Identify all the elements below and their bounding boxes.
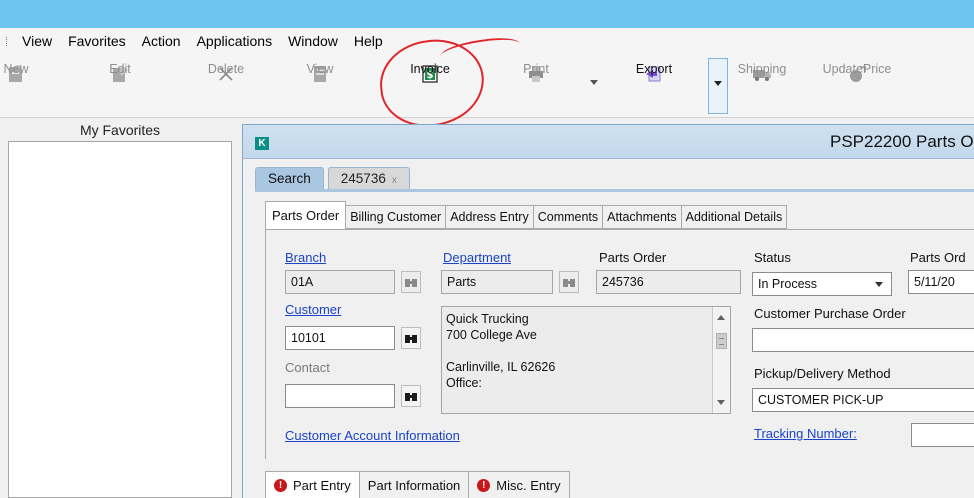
error-icon: !: [477, 478, 491, 492]
view-button[interactable]: View: [300, 58, 340, 114]
new-button[interactable]: New: [0, 58, 36, 114]
branch-link[interactable]: Branch: [285, 250, 326, 265]
scroll-up-arrow-icon[interactable]: [717, 315, 725, 320]
updateprice-button[interactable]: UpdatePrice: [812, 58, 902, 114]
tab-search[interactable]: Search: [255, 167, 324, 189]
contact-lookup-binoculars-icon[interactable]: [401, 385, 421, 407]
tab-parts-order[interactable]: Parts Order: [265, 201, 347, 229]
menu-view[interactable]: View: [14, 28, 60, 54]
status-select-value: In Process: [758, 277, 818, 291]
form-tabs: Parts Order Billing Customer Address Ent…: [265, 201, 788, 229]
print-button[interactable]: Print: [516, 58, 556, 114]
tab-misc-entry[interactable]: ! Misc. Entry: [468, 471, 570, 498]
tab-part-entry[interactable]: ! Part Entry: [265, 471, 360, 498]
branch-lookup-binoculars-icon[interactable]: [401, 271, 421, 293]
tab-part-information-label: Part Information: [367, 477, 461, 493]
tracking-number-field[interactable]: [911, 423, 974, 447]
menu-help[interactable]: Help: [346, 28, 391, 54]
edit-button[interactable]: Edit: [100, 58, 140, 114]
address-line: Office:: [446, 376, 482, 390]
customer-account-info-link[interactable]: Customer Account Information: [285, 428, 460, 443]
address-line: Carlinville, IL 62626: [446, 360, 556, 374]
tab-attachments[interactable]: Attachments: [602, 205, 682, 229]
window-title: PSP22200 Parts O: [830, 132, 974, 151]
tab-part-information[interactable]: Part Information: [358, 471, 470, 498]
tab-strip-rule: [255, 189, 974, 192]
customer-field[interactable]: 10101: [285, 326, 395, 350]
parts-order-label: Parts Order: [599, 250, 667, 265]
parts-order-date-field[interactable]: 5/11/20: [908, 270, 974, 294]
menu-favorites[interactable]: Favorites: [60, 28, 134, 54]
menu-action[interactable]: Action: [134, 28, 189, 54]
tab-misc-entry-label: Misc. Entry: [496, 477, 561, 493]
parts-order-number-field[interactable]: 245736: [596, 270, 741, 294]
error-icon: !: [274, 478, 287, 492]
app-logo-icon: K: [255, 137, 269, 150]
chevron-down-icon: [875, 282, 883, 287]
parts-order-date-label: Parts Ord: [910, 250, 966, 265]
child-titlebar: K PSP22200 Parts O: [243, 125, 974, 159]
tracking-number-link[interactable]: Tracking Number:: [754, 426, 857, 441]
department-lookup-binoculars-icon[interactable]: [559, 271, 579, 293]
scroll-down-arrow-icon[interactable]: [717, 400, 725, 405]
delete-button[interactable]: Delete: [196, 58, 256, 114]
contact-field[interactable]: [285, 384, 395, 408]
tab-order-label: 245736: [340, 171, 386, 186]
tab-address-entry[interactable]: Address Entry: [445, 205, 534, 229]
scroll-thumb[interactable]: [716, 333, 727, 349]
status-label: Status: [754, 250, 791, 265]
tab-additional-details[interactable]: Additional Details: [680, 205, 788, 229]
entry-tabs: ! Part Entry Part Information ! Misc. En…: [265, 471, 570, 498]
export-dropdown-button[interactable]: [708, 58, 728, 114]
menu-applications[interactable]: Applications: [189, 28, 281, 54]
customer-link[interactable]: Customer: [285, 302, 341, 317]
print-dropdown-arrow[interactable]: [590, 80, 598, 85]
menu-grip: [0, 28, 14, 54]
document-tabs: Search 245736 x: [255, 167, 414, 189]
tab-comments[interactable]: Comments: [532, 205, 604, 229]
toolbar: New Edit Delete View $ Invoice Print Exp…: [0, 54, 974, 118]
tab-order-245736[interactable]: 245736 x: [327, 167, 410, 189]
department-link[interactable]: Department: [443, 250, 511, 265]
address-line: 700 College Ave: [446, 328, 537, 342]
shipping-button[interactable]: Shipping: [732, 58, 792, 114]
contact-label: Contact: [285, 360, 330, 375]
favorites-list[interactable]: [8, 141, 232, 498]
customer-lookup-binoculars-icon[interactable]: [401, 327, 421, 349]
parts-order-form: Branch 01A Department Parts Parts Order …: [265, 229, 974, 459]
close-icon[interactable]: x: [392, 175, 397, 186]
export-dropdown-arrow: [714, 81, 722, 86]
app-titlebar: [0, 0, 974, 28]
favorites-header: My Favorites: [79, 122, 161, 138]
tab-part-entry-label: Part Entry: [293, 477, 351, 493]
tab-billing-customer[interactable]: Billing Customer: [345, 205, 447, 229]
menu-bar: View Favorites Action Applications Windo…: [0, 28, 974, 54]
customer-po-label: Customer Purchase Order: [754, 306, 906, 321]
menu-window[interactable]: Window: [280, 28, 346, 54]
customer-po-field[interactable]: [752, 328, 974, 352]
status-select[interactable]: In Process: [752, 272, 892, 296]
parts-order-window: K PSP22200 Parts O Search 245736 x Parts …: [242, 124, 974, 498]
export-button[interactable]: Export: [624, 58, 684, 114]
invoice-button[interactable]: $ Invoice: [400, 58, 460, 114]
favorites-panel: My Favorites: [0, 119, 240, 498]
customer-address-box[interactable]: Quick Trucking 700 College Ave Carlinvil…: [441, 306, 731, 414]
pickup-delivery-label: Pickup/Delivery Method: [754, 366, 891, 381]
address-line: [446, 343, 730, 359]
department-field[interactable]: Parts: [441, 270, 553, 294]
pickup-delivery-field[interactable]: CUSTOMER PICK-UP: [752, 388, 974, 412]
address-line: Quick Trucking: [446, 312, 529, 326]
branch-field[interactable]: 01A: [285, 270, 395, 294]
address-scrollbar[interactable]: [712, 307, 730, 413]
